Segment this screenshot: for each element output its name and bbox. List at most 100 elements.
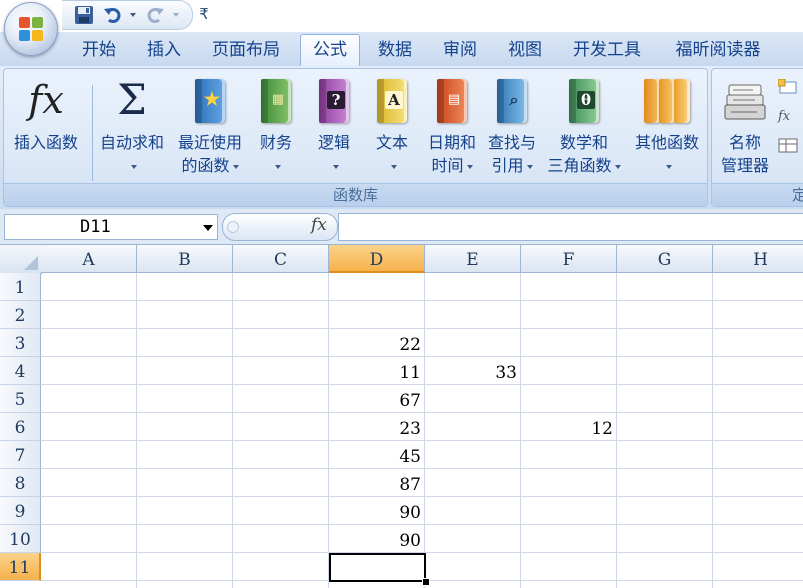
name-manager-label-2: 管理器 [720,156,769,175]
name-manager-label-1: 名称 [728,133,761,152]
cell-d7[interactable]: 45 [329,441,425,469]
insert-function-icon[interactable]: fx [311,215,327,235]
recently-used-label-2: 的函数 [181,156,230,175]
cell-d4[interactable]: 11 [329,357,425,385]
cell-d8[interactable]: 87 [329,469,425,497]
cell-e4[interactable]: 33 [425,357,521,385]
row-header-7[interactable]: 7 [0,441,41,469]
column-header-c[interactable]: C [233,245,329,273]
create-from-selection-icon[interactable] [778,137,800,155]
save-icon[interactable] [72,4,96,26]
text-button[interactable]: A 文本 [366,73,418,181]
row-header-9[interactable]: 9 [0,497,41,525]
row-header-4[interactable]: 4 [0,357,41,385]
more-functions-label: 其他函数 [634,133,699,152]
column-header-e[interactable]: E [425,245,521,273]
math-trig-button[interactable]: θ 数学和 三角函数 [540,73,628,181]
math-trig-dropdown-arrow[interactable] [614,164,621,169]
office-button[interactable] [4,2,58,56]
column-header-h[interactable]: H [713,245,803,273]
more-functions-button[interactable]: 其他函数 [628,73,706,181]
math-trig-label-1: 数学和 [559,133,608,152]
define-name-icon[interactable] [777,78,800,97]
row-header-6[interactable]: 6 [0,413,41,441]
name-box-dropdown-arrow[interactable] [203,225,213,231]
tab-page-layout[interactable]: 页面布局 [200,35,292,65]
row-header-5[interactable]: 5 [0,385,41,413]
redo-dropdown-arrow[interactable] [168,4,180,26]
lookup-reference-label-1: 查找与 [487,133,536,152]
insert-function-button[interactable]: fx 插入函数 [6,73,86,181]
cell-d5[interactable]: 67 [329,385,425,413]
cell-d9[interactable]: 90 [329,497,425,525]
more-functions-dropdown-arrow[interactable] [665,164,672,169]
ribbon-tab-row: 开始 插入 页面布局 公式 数据 审阅 视图 开发工具 福昕阅读器 [0,32,803,67]
date-time-label-1: 日期和 [427,133,476,152]
redo-icon[interactable] [144,4,166,26]
lookup-book-icon: ⌕ [490,77,534,125]
name-manager-button[interactable]: 名称 管理器 [714,73,776,181]
star-book-icon: ★ [188,77,232,125]
tab-foxit-reader[interactable]: 福昕阅读器 [662,35,774,65]
name-box-value: D11 [80,217,111,237]
column-header-f[interactable]: F [521,245,617,273]
logical-button[interactable]: ? 逻辑 [308,73,360,181]
ribbon: fx 插入函数 Σ 自动求和 ★ 最近使用 的函数 ▦ 财务 ? 逻辑 A 文本… [0,66,803,209]
defined-names-group-label: 定 [712,183,803,206]
financial-button[interactable]: ▦ 财务 [250,73,302,181]
text-label: 文本 [375,133,408,152]
row-header-1[interactable]: 1 [0,273,41,301]
logical-book-icon: ? [312,77,356,125]
quick-access-toolbar [62,0,193,30]
autosum-dropdown-arrow[interactable] [130,164,137,169]
tab-home[interactable]: 开始 [70,35,128,65]
lookup-reference-button[interactable]: ⌕ 查找与 引用 [482,73,542,181]
row-header-3[interactable]: 3 [0,329,41,357]
tab-view[interactable]: 视图 [496,35,554,65]
recently-used-dropdown-arrow[interactable] [232,164,239,169]
tab-developer[interactable]: 开发工具 [561,35,653,65]
column-header-b[interactable]: B [137,245,233,273]
recently-used-button[interactable]: ★ 最近使用的函数 [170,73,250,181]
tab-insert[interactable]: 插入 [135,35,193,65]
defined-names-group: 名称管理器 fx 定 [711,68,803,207]
row-header-8[interactable]: 8 [0,469,41,497]
customize-qat-button[interactable]: ₹ [196,3,212,25]
financial-dropdown-arrow[interactable] [274,164,281,169]
use-in-formula-icon[interactable]: fx [778,109,800,127]
formula-bar: D11 fx [0,209,803,245]
sigma-icon: Σ [117,75,147,124]
cell-d10[interactable]: 90 [329,525,425,553]
column-header-g[interactable]: G [617,245,713,273]
fx-icon: fx [28,78,64,122]
cell-f6[interactable]: 12 [521,413,617,441]
lookup-reference-dropdown-arrow[interactable] [526,164,533,169]
row-header-11[interactable]: 11 [0,553,41,581]
row-header-2[interactable]: 2 [0,301,41,329]
tab-data[interactable]: 数据 [366,35,424,65]
recently-used-label-1: 最近使用 [177,133,242,152]
logical-dropdown-arrow[interactable] [332,164,339,169]
date-time-dropdown-arrow[interactable] [466,164,473,169]
date-time-button[interactable]: ▤ 日期和 时间 [422,73,482,181]
row-header-10[interactable]: 10 [0,525,41,553]
fill-handle[interactable] [422,578,430,586]
worksheet-grid[interactable]: ABCDEFGH 1 2 3 4 5 6 7 8 9 10 11 22 11 33 67 23 12 45 87 9… [0,245,803,588]
undo-icon[interactable] [102,4,124,26]
formula-resize-handle[interactable] [227,221,239,233]
tab-formulas[interactable]: 公式 [300,34,360,67]
date-time-label-2: 时间 [431,156,464,175]
formula-input[interactable] [338,213,803,241]
select-all-button[interactable] [0,245,42,274]
active-cell-selection[interactable] [329,553,426,582]
autosum-button[interactable]: Σ 自动求和 [94,73,170,181]
undo-dropdown-arrow[interactable] [125,4,137,26]
name-box[interactable]: D11 [4,214,218,240]
cell-d3[interactable]: 22 [329,329,425,357]
column-header-a[interactable]: A [41,245,137,273]
text-dropdown-arrow[interactable] [390,164,397,169]
financial-label: 财务 [259,133,292,152]
column-header-d[interactable]: D [329,245,425,273]
tab-review[interactable]: 审阅 [431,35,489,65]
cell-d6[interactable]: 23 [329,413,425,441]
